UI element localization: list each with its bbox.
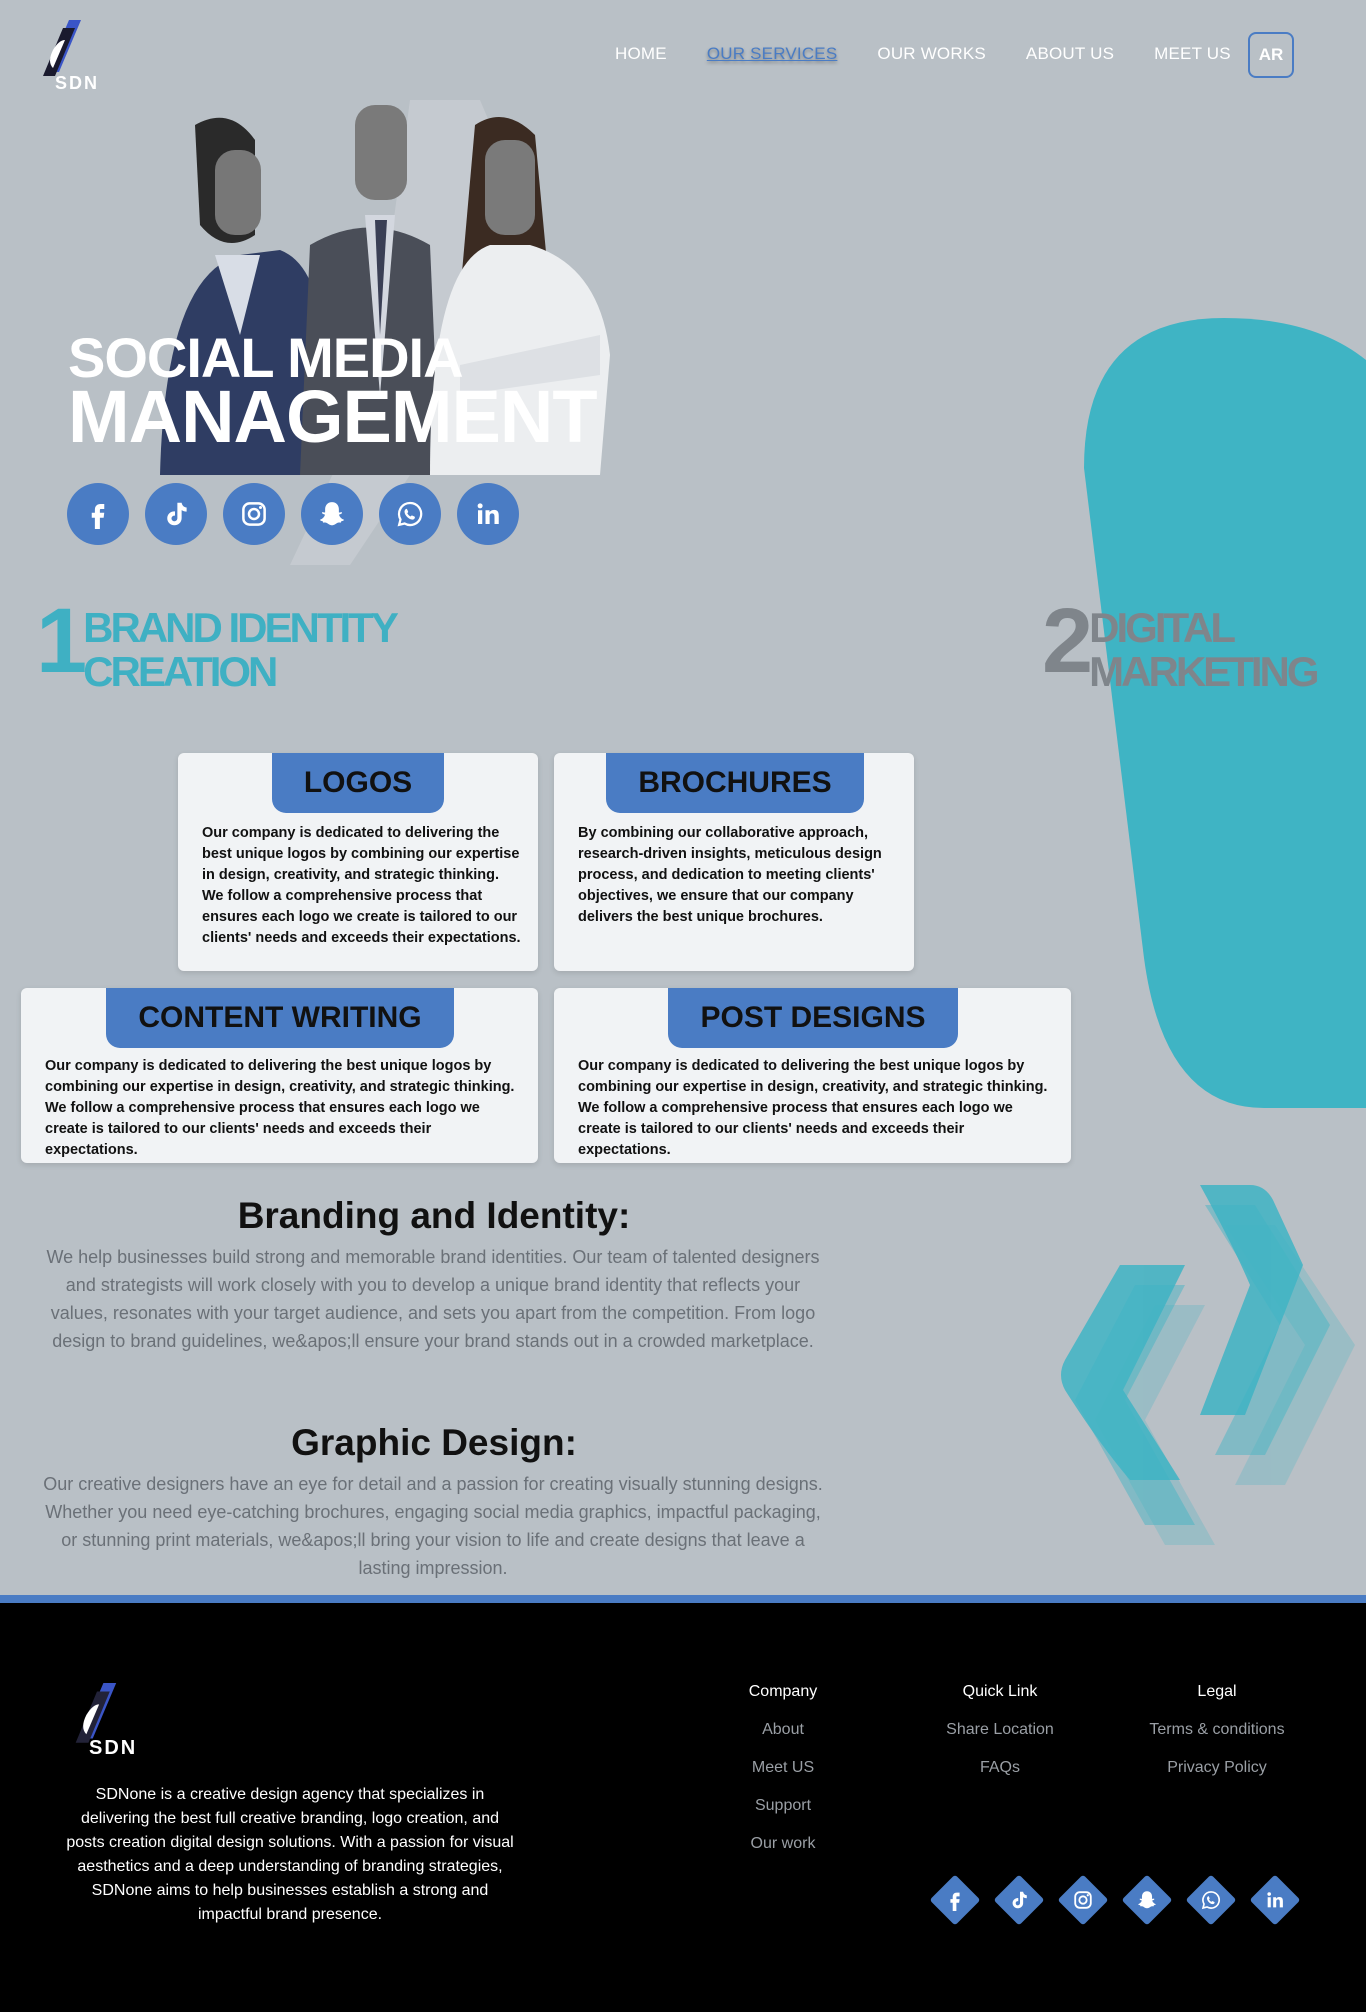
tiktok-icon[interactable] (993, 1874, 1045, 1926)
instagram-icon[interactable] (223, 483, 285, 545)
service-heading-digital-marketing: 2 DIGITAL MARKETING (1042, 590, 1320, 696)
branding-section-body: We help businesses build strong and memo… (46, 1247, 820, 1351)
footer-link-faqs[interactable]: FAQs (900, 1759, 1100, 1777)
whatsapp-icon[interactable] (379, 483, 441, 545)
facebook-icon[interactable] (929, 1874, 981, 1926)
footer-about-text: SDNone is a creative design agency that … (66, 1786, 514, 1923)
tiktok-icon[interactable] (145, 483, 207, 545)
service-number: 1 (36, 590, 87, 692)
brand-logo-mark (43, 20, 81, 76)
footer-column-title: Company (748, 1683, 818, 1700)
linkedin-icon[interactable] (457, 483, 519, 545)
footer-logo[interactable]: SDN (65, 1683, 145, 1763)
footer-link-terms[interactable]: Terms & conditions (1117, 1721, 1317, 1739)
nav-our-works[interactable]: OUR WORKS (877, 44, 986, 64)
decorative-chevron-shape (1061, 1185, 1355, 1545)
card-description: By combining our collaborative approach,… (578, 825, 882, 925)
footer-link-meet-us[interactable]: Meet US (683, 1759, 883, 1777)
graphic-section-title: Graphic Design: (291, 1422, 577, 1463)
decorative-teal-shape (1084, 318, 1366, 1108)
main-nav: HOME OUR SERVICES OUR WORKS ABOUT US MEE… (615, 44, 1271, 64)
footer-link-our-work[interactable]: Our work (683, 1835, 883, 1853)
service-card-brochures: BROCHURES By combining our collaborative… (554, 753, 914, 971)
facebook-icon[interactable] (67, 483, 129, 545)
language-toggle-button[interactable]: AR (1248, 32, 1294, 78)
service-title-line1: DIGITAL (1089, 604, 1236, 651)
service-title-line2: MARKETING (1089, 648, 1319, 696)
footer-link-privacy[interactable]: Privacy Policy (1117, 1759, 1317, 1777)
hero-title-line2: MANAGEMENT (68, 375, 598, 458)
footer-logo-text: SDN (89, 1737, 138, 1759)
service-title-line2: CREATION (83, 648, 278, 696)
hero-social-links (67, 483, 519, 545)
whatsapp-icon[interactable] (1185, 1874, 1237, 1926)
service-card-post-designs: POST DESIGNS Our company is dedicated to… (554, 988, 1071, 1163)
nav-meet-us[interactable]: MEET US (1154, 44, 1231, 64)
footer-social-links (929, 1874, 1301, 1926)
footer-column-title: Legal (1197, 1683, 1237, 1700)
nav-our-services[interactable]: OUR SERVICES (707, 44, 838, 64)
footer-company-column: Company About Meet US Support Our work (683, 1683, 883, 1873)
site-footer: SDN SDNone is a creative design agency t… (0, 1603, 1366, 2012)
nav-about-us[interactable]: ABOUT US (1026, 44, 1114, 64)
linkedin-icon[interactable] (1249, 1874, 1301, 1926)
service-heading-brand-identity: 1 BRAND IDENTITY CREATION (36, 590, 399, 696)
card-description: Our company is dedicated to delivering t… (578, 1058, 1048, 1158)
footer-quick-link-column: Quick Link Share Location FAQs (900, 1683, 1100, 1797)
graphic-section-body: Our creative designers have an eye for d… (43, 1474, 823, 1578)
service-number: 2 (1042, 590, 1093, 692)
card-title: CONTENT WRITING (106, 988, 454, 1048)
footer-legal-column: Legal Terms & conditions Privacy Policy (1117, 1683, 1317, 1797)
snapchat-icon[interactable] (1121, 1874, 1173, 1926)
footer-divider (0, 1595, 1366, 1603)
footer-column-title: Quick Link (962, 1683, 1038, 1700)
brand-logo-text: SDN (55, 73, 100, 93)
card-title: POST DESIGNS (668, 988, 958, 1048)
service-card-logos: LOGOS Our company is dedicated to delive… (178, 753, 538, 971)
footer-link-about[interactable]: About (683, 1721, 883, 1739)
branding-section-title: Branding and Identity: (237, 1195, 631, 1236)
brand-logo[interactable]: SDN (33, 20, 108, 95)
footer-link-share-location[interactable]: Share Location (900, 1721, 1100, 1739)
card-description: Our company is dedicated to delivering t… (45, 1058, 515, 1158)
footer-link-support[interactable]: Support (683, 1797, 883, 1815)
card-title: BROCHURES (606, 753, 864, 813)
nav-home[interactable]: HOME (615, 44, 667, 64)
service-card-content-writing: CONTENT WRITING Our company is dedicated… (21, 988, 538, 1163)
card-title: LOGOS (272, 753, 444, 813)
service-title-line1: BRAND IDENTITY (83, 604, 399, 651)
instagram-icon[interactable] (1057, 1874, 1109, 1926)
card-description: Our company is dedicated to delivering t… (202, 825, 521, 946)
snapchat-icon[interactable] (301, 483, 363, 545)
